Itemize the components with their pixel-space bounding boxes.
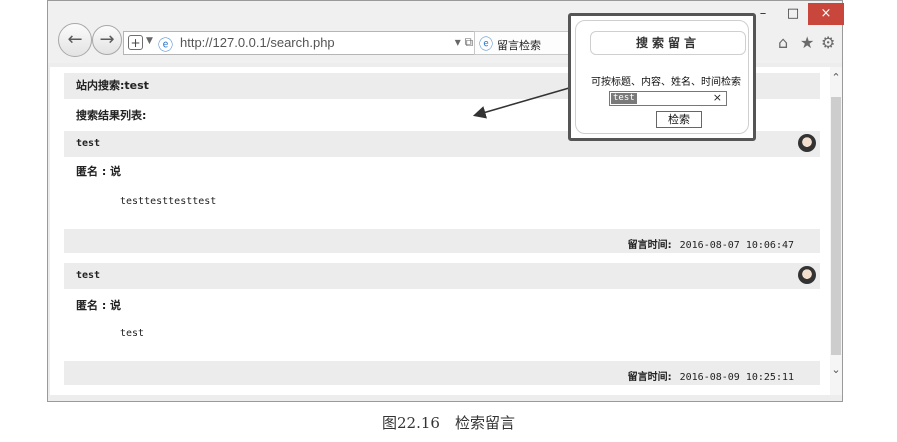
popup-title: 搜索留言 [590, 31, 746, 55]
result-author: 匿名 : 说 [64, 161, 820, 183]
new-tab-plus-icon[interactable]: + [128, 35, 143, 50]
scroll-down-icon[interactable]: ⌄ [830, 363, 842, 376]
popup-hint: 可按标题、内容、姓名、时间检索 [591, 77, 741, 88]
ie-tab-icon: ⓔ [479, 37, 493, 53]
vertical-scrollbar[interactable]: ⌃ ⌄ [830, 67, 842, 395]
search-input[interactable]: test × [609, 91, 727, 106]
scrollbar-thumb[interactable] [831, 97, 841, 355]
clear-icon[interactable]: × [713, 91, 722, 104]
result-author-text: 匿名 : 说 [76, 299, 122, 312]
result-author: 匿名 : 说 [64, 295, 820, 317]
time-label: 留言时间: [627, 372, 672, 383]
result-time-row: 留言时间: 2016-08-07 10:06:47 [64, 229, 820, 253]
result-body: testtesttesttest [64, 191, 820, 213]
figure-caption: 图22.16 检索留言 [382, 414, 515, 432]
search-header-text: 站内搜索:test [76, 79, 149, 92]
result-author-text: 匿名 : 说 [76, 165, 122, 178]
scroll-up-icon[interactable]: ⌃ [830, 71, 842, 84]
back-arrow-icon[interactable]: ← [58, 23, 92, 57]
ie-logo-icon: ⓔ [158, 36, 174, 54]
result-title: test [76, 270, 101, 281]
address-bar[interactable]: + ▼ ⓔ http://127.0.0.1/search.php ▾ ⧉ ↻ [123, 31, 494, 55]
search-popup-panel: 搜索留言 可按标题、内容、姓名、时间检索 test × 检索 [575, 20, 749, 134]
tab-search[interactable]: ⓔ 留言检索 [474, 31, 574, 55]
avatar-icon [798, 266, 816, 284]
forward-arrow-icon[interactable]: → [92, 25, 122, 55]
search-popup: 搜索留言 可按标题、内容、姓名、时间检索 test × 检索 [568, 13, 756, 141]
avatar-icon [798, 134, 816, 152]
tab-label: 留言检索 [497, 39, 541, 52]
time-value: 2016-08-07 10:06:47 [679, 240, 794, 251]
result-time-row: 留言时间: 2016-08-09 10:25:11 [64, 361, 820, 385]
time-label: 留言时间: [627, 240, 672, 251]
result-title: test [76, 138, 101, 149]
result-body-text: testtesttesttest [120, 196, 217, 207]
close-button[interactable]: × [808, 3, 844, 25]
result-body-text: test [120, 328, 145, 339]
result-body: test [64, 323, 820, 345]
gear-icon[interactable]: ⚙ [821, 33, 835, 52]
results-label-text: 搜索结果列表: [76, 109, 147, 122]
result-title-row: test [64, 263, 820, 289]
search-input-value[interactable]: test [611, 93, 637, 104]
result-time: 留言时间: 2016-08-09 10:25:11 [628, 368, 794, 383]
search-button[interactable]: 检索 [656, 111, 702, 128]
result-time: 留言时间: 2016-08-07 10:06:47 [628, 236, 794, 251]
time-value: 2016-08-09 10:25:11 [679, 372, 794, 383]
chevron-down-icon[interactable]: ▼ [146, 36, 153, 46]
url-text[interactable]: http://127.0.0.1/search.php [180, 35, 335, 50]
maximize-button[interactable]: □ [780, 3, 806, 25]
home-icon[interactable]: ⌂ [778, 33, 788, 52]
star-icon[interactable]: ★ [800, 33, 814, 52]
